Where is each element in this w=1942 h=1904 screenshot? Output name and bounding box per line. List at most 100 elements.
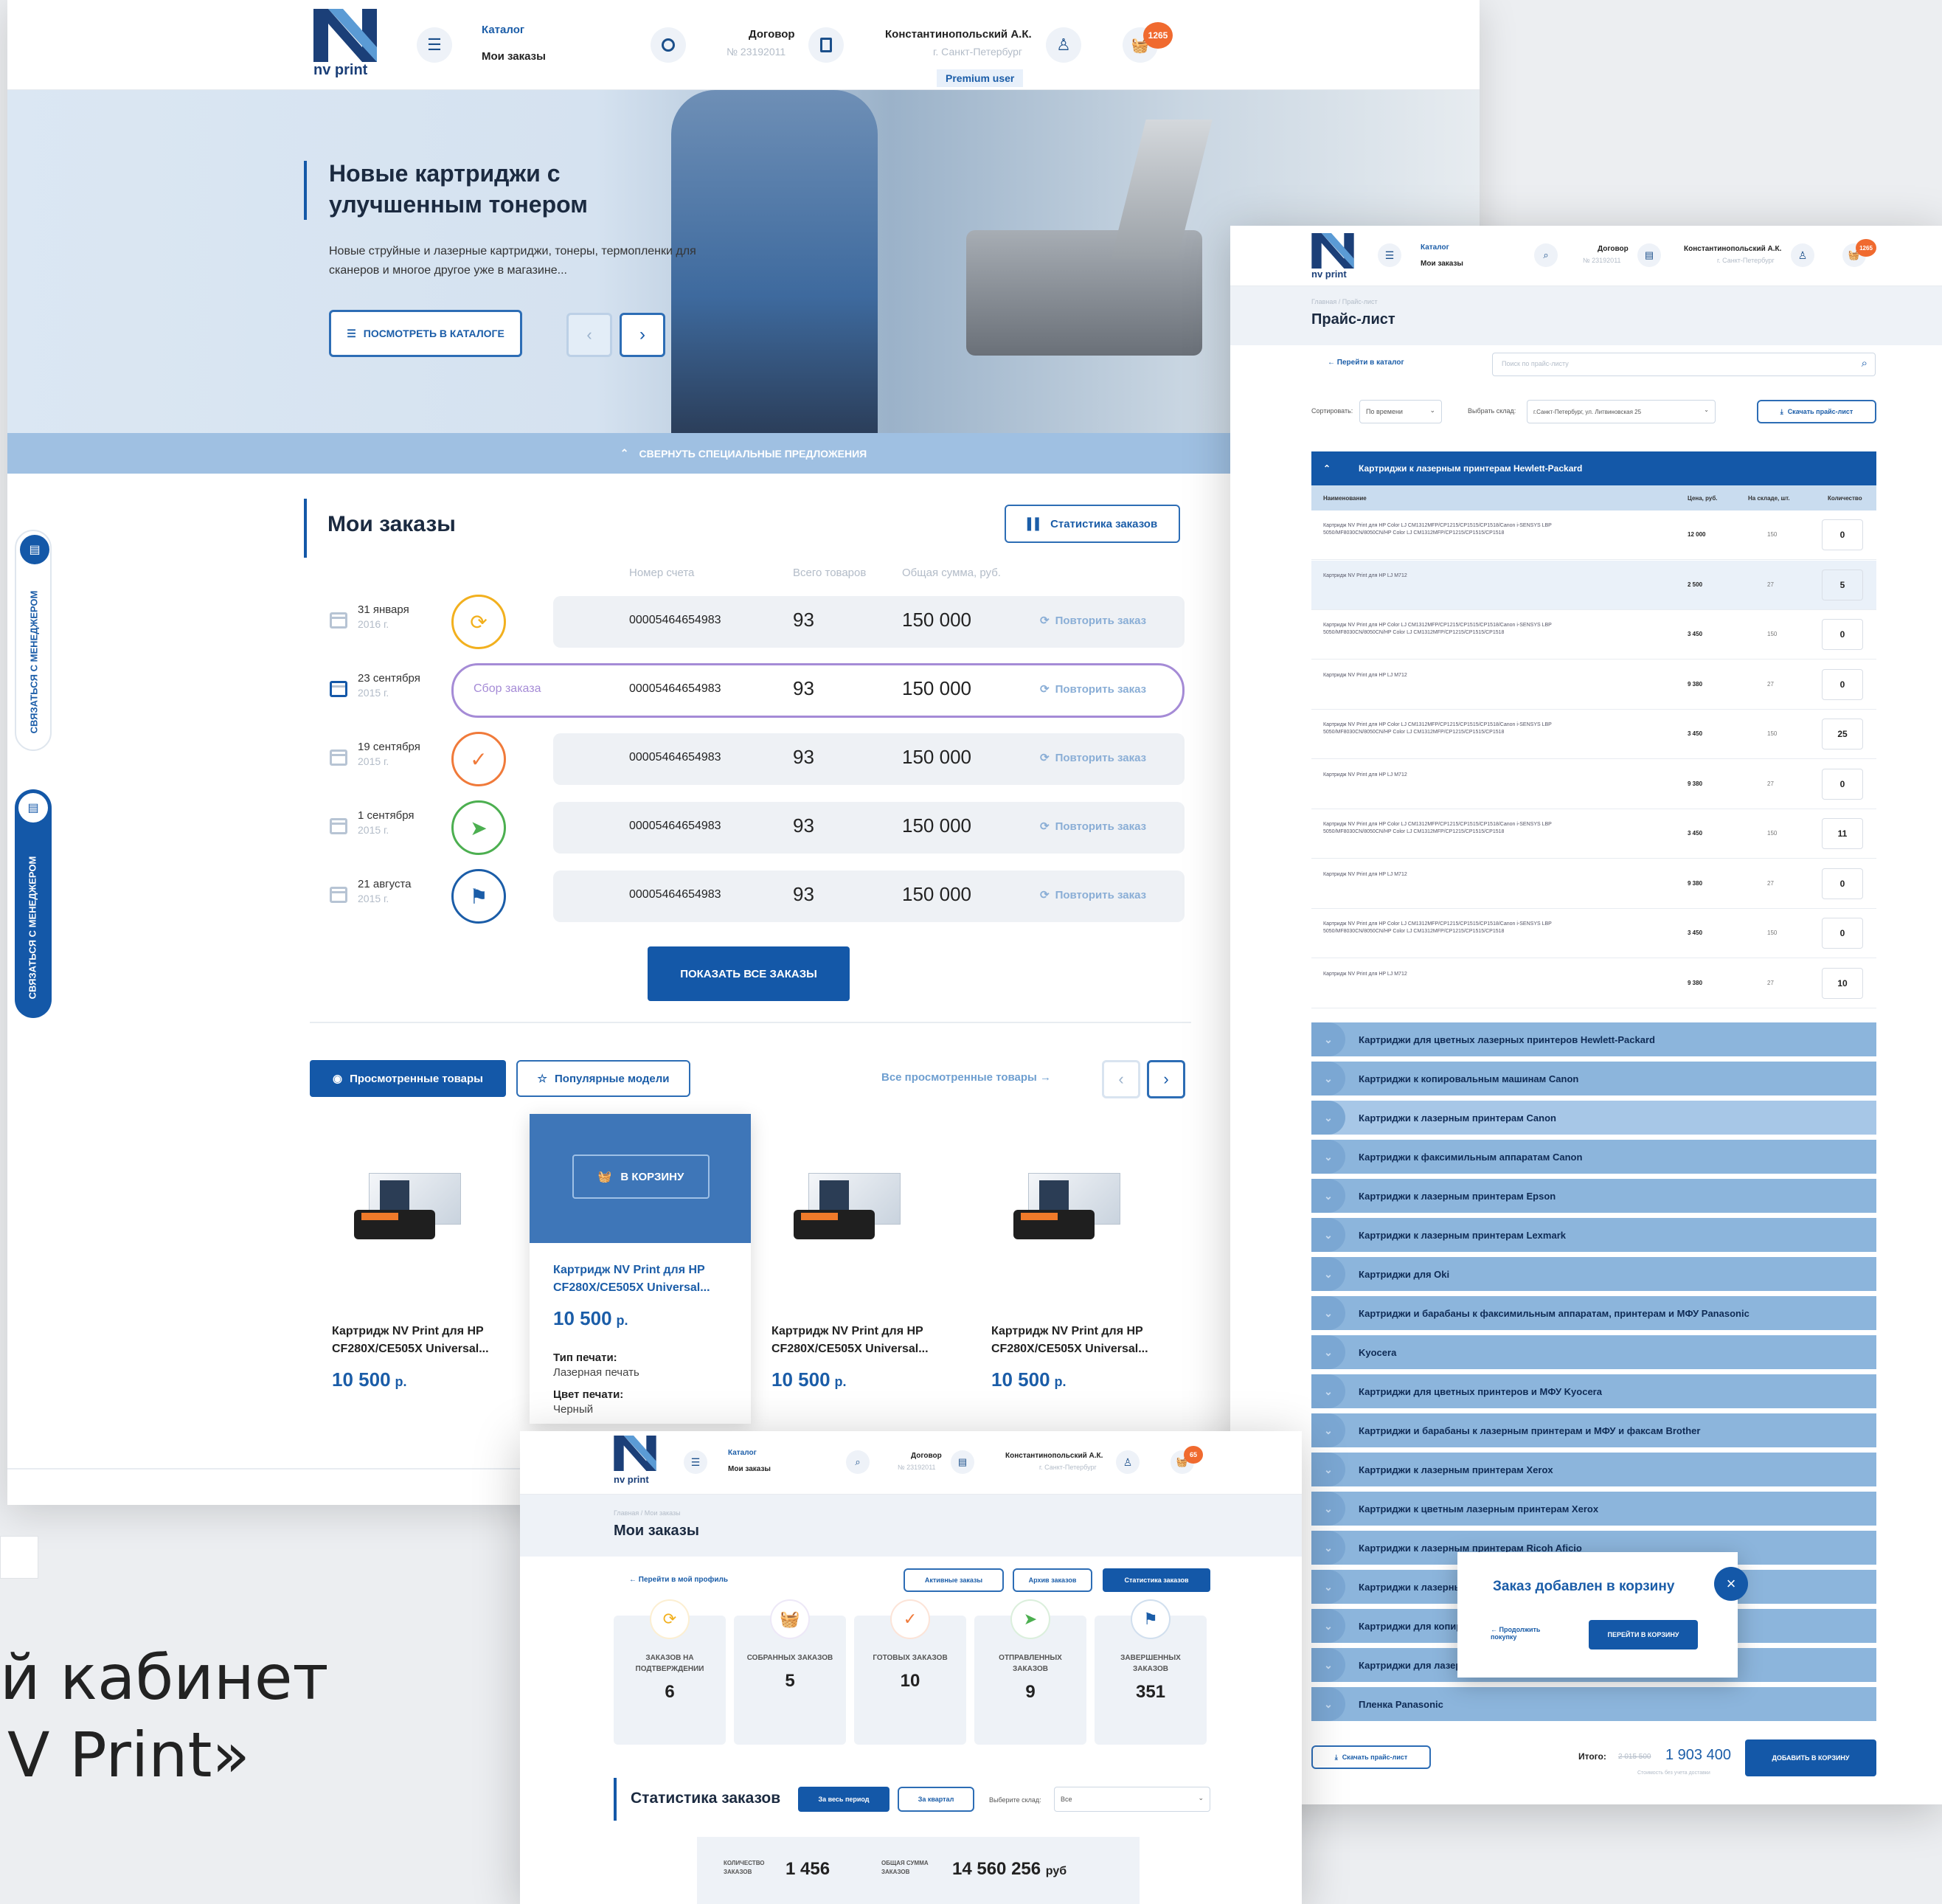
product-name[interactable]: Картридж NV Print для HP Color LJ CM1312… (1323, 622, 1603, 637)
table-row[interactable]: Картридж NV Print для HP Color LJ CM1312… (1311, 610, 1876, 660)
table-row[interactable]: Картридж NV Print для HP LJ M712 2 500 27 5 (1311, 560, 1876, 610)
search-button[interactable]: ⌕ (846, 1450, 870, 1474)
nvprint-logo[interactable]: nv print (313, 9, 387, 83)
contract-button[interactable]: ▤ (1637, 243, 1661, 267)
profile-button[interactable]: ♙ (1116, 1450, 1140, 1474)
contact-manager-tab[interactable]: ▤ СВЯЗАТЬСЯ С МЕНЕДЖЕРОМ (15, 530, 52, 751)
go-to-cart-button[interactable]: ПЕРЕЙТИ В КОРЗИНУ (1589, 1620, 1698, 1649)
viewed-prev-button[interactable]: ‹ (1102, 1060, 1140, 1098)
product-name[interactable]: Картридж NV Print для HP Color LJ CM1312… (1323, 921, 1603, 935)
product-name[interactable]: Картридж NV Print для HP LJ M712 (1323, 772, 1603, 779)
category-row[interactable]: ⌄ Kyocera (1311, 1335, 1876, 1369)
category-row[interactable]: ⌄ Картриджи к лазерным принтерам Xerox (1311, 1453, 1876, 1486)
quantity-stepper[interactable]: 0 (1822, 768, 1863, 800)
category-row[interactable]: ⌄ Картриджи к цветным лазерным принтерам … (1311, 1492, 1876, 1526)
quantity-stepper[interactable]: 0 (1822, 619, 1863, 650)
category-row[interactable]: ⌄ Картриджи к копировальным машинам Canon (1311, 1062, 1876, 1095)
profile-button[interactable]: ♙ (1046, 27, 1081, 63)
category-row[interactable]: ⌄ Картриджи к лазерным принтерам Epson (1311, 1179, 1876, 1213)
quantity-stepper[interactable]: 0 (1822, 519, 1863, 550)
tab-order-stats[interactable]: Статистика заказов (1103, 1568, 1210, 1592)
tab-active-orders[interactable]: Активные заказы (904, 1568, 1004, 1592)
table-row[interactable]: Картридж NV Print для HP LJ M712 9 380 27 0 (1311, 759, 1876, 809)
category-row[interactable]: ⌄ Картриджи для цветных лазерных принтеро… (1311, 1022, 1876, 1056)
category-row[interactable]: ⌄ Картриджи к лазерным принтерам Lexmark (1311, 1218, 1876, 1252)
product-card[interactable]: 🧺 В КОРЗИНУ Картридж NV Print для HP CF280… (530, 1114, 751, 1424)
product-name[interactable]: Картридж NV Print для HP LJ M712 (1323, 572, 1603, 580)
product-name[interactable]: Картридж NV Print для HP Color LJ CM1312… (1323, 821, 1603, 836)
table-row[interactable]: Картридж NV Print для HP Color LJ CM1312… (1311, 510, 1876, 560)
table-row[interactable]: Картридж NV Print для HP LJ M712 9 380 27 1… (1311, 958, 1876, 1008)
store-select[interactable]: г.Санкт-Петербург, ул. Литвиновская 25 ⌄ (1527, 400, 1716, 423)
repeat-order-button[interactable]: ⟳ Повторить заказ (1040, 820, 1146, 833)
product-name[interactable]: Картридж NV Print для HP CF280X/CE505X U… (991, 1323, 1172, 1358)
nav-my-orders[interactable]: Мои заказы (1421, 260, 1463, 268)
contact-manager-tab-active[interactable]: ▤ СВЯЗАТЬСЯ С МЕНЕДЖЕРОМ (15, 789, 52, 1018)
product-card[interactable]: Картридж NV Print для HP CF280X/CE505X U… (749, 1114, 971, 1424)
continue-shopping-link[interactable]: ← Продолжить покупку (1491, 1626, 1557, 1641)
hero-next-button[interactable]: › (620, 313, 665, 357)
product-card[interactable]: Картридж NV Print для HP CF280X/CE505X U… (310, 1114, 531, 1424)
tab-popular-models[interactable]: ☆ Популярные модели (516, 1060, 690, 1097)
footer-download-button[interactable]: ⤓ Скачать прайс-лист (1311, 1745, 1431, 1769)
table-row[interactable]: Картридж NV Print для HP Color LJ CM1312… (1311, 909, 1876, 958)
nvprint-logo[interactable]: nv print (1311, 233, 1363, 285)
period-all-button[interactable]: За весь период (798, 1787, 889, 1812)
open-category-header[interactable]: ⌃ Картриджи к лазерным принтерам Hewlett-… (1311, 451, 1876, 485)
nav-catalog[interactable]: Каталог (728, 1449, 757, 1457)
contract-button[interactable]: ▤ (951, 1450, 974, 1474)
period-quarter-button[interactable]: За квартал (898, 1787, 974, 1812)
quantity-stepper[interactable]: 0 (1822, 668, 1863, 700)
view-catalog-button[interactable]: ☰ ПОСМОТРЕТЬ В КАТАЛОГЕ (329, 310, 522, 357)
hero-prev-button[interactable]: ‹ (566, 313, 612, 357)
product-name[interactable]: Картридж NV Print для HP LJ M712 (1323, 971, 1603, 978)
menu-button[interactable]: ☰ (1378, 243, 1401, 267)
repeat-order-button[interactable]: ⟳ Повторить заказ (1040, 614, 1146, 627)
table-row[interactable]: Картридж NV Print для HP Color LJ CM1312… (1311, 809, 1876, 859)
nvprint-logo[interactable]: nv print (614, 1436, 665, 1490)
add-to-cart-button[interactable]: 🧺 В КОРЗИНУ (572, 1154, 710, 1199)
stats-store-select[interactable]: Все ⌄ (1054, 1787, 1210, 1812)
tab-archive-orders[interactable]: Архив заказов (1013, 1568, 1092, 1592)
product-name[interactable]: Картридж NV Print для HP LJ M712 (1323, 672, 1603, 679)
quantity-stepper[interactable]: 11 (1822, 818, 1863, 849)
tab-viewed-products[interactable]: ◉ Просмотренные товары (310, 1060, 506, 1097)
category-row[interactable]: ⌄ Пленка Panasonic (1311, 1687, 1876, 1721)
nav-my-orders[interactable]: Мои заказы (728, 1465, 771, 1473)
product-name[interactable]: Картридж NV Print для HP LJ M712 (1323, 871, 1603, 879)
contract-button[interactable] (808, 27, 844, 63)
quantity-stepper[interactable]: 0 (1822, 918, 1863, 949)
category-row[interactable]: ⌄ Картриджи к лазерным принтерам Canon (1311, 1101, 1876, 1135)
table-row[interactable]: Картридж NV Print для HP LJ M712 9 380 27 0 (1311, 859, 1876, 909)
quantity-stepper[interactable]: 0 (1822, 868, 1863, 899)
modal-close-button[interactable]: × (1714, 1567, 1748, 1601)
breadcrumb[interactable]: Главная / Прайс-лист (1311, 298, 1378, 305)
back-to-profile-link[interactable]: ← Перейти в мой профиль (629, 1576, 728, 1584)
viewed-next-button[interactable]: › (1147, 1060, 1185, 1098)
nav-catalog[interactable]: Каталог (482, 24, 524, 36)
back-to-catalog-link[interactable]: ← Перейти в каталог (1328, 359, 1404, 367)
category-row[interactable]: ⌄ Картриджи к факсимильным аппаратам Cano… (1311, 1140, 1876, 1174)
repeat-order-button[interactable]: ⟳ Повторить заказ (1040, 751, 1146, 764)
category-row[interactable]: ⌄ Картриджи и барабаны к факсимильным апп… (1311, 1296, 1876, 1330)
product-name[interactable]: Картридж NV Print для HP Color LJ CM1312… (1323, 721, 1603, 736)
add-to-cart-button[interactable]: ДОБАВИТЬ В КОРЗИНУ (1745, 1739, 1876, 1776)
search-button[interactable] (651, 27, 686, 63)
order-stats-button[interactable]: ▌▌ Статистика заказов (1005, 505, 1180, 543)
product-name[interactable]: Картридж NV Print для HP CF280X/CE505X U… (332, 1323, 513, 1358)
category-row[interactable]: ⌄ Картриджи и барабаны к лазерным принтер… (1311, 1413, 1876, 1447)
quantity-stepper[interactable]: 10 (1822, 967, 1863, 999)
download-pricelist-button[interactable]: ⤓ Скачать прайс-лист (1757, 400, 1876, 423)
search-button[interactable]: ⌕ (1534, 243, 1558, 267)
category-row[interactable]: ⌄ Картриджи для цветных принтеров и МФУ K… (1311, 1374, 1876, 1408)
repeat-order-button[interactable]: ⟳ Повторить заказ (1040, 888, 1146, 901)
product-name[interactable]: Картридж NV Print для HP CF280X/CE505X U… (771, 1323, 952, 1358)
table-row[interactable]: Картридж NV Print для HP Color LJ CM1312… (1311, 710, 1876, 759)
table-row[interactable]: Картридж NV Print для HP LJ M712 9 380 27 0 (1311, 660, 1876, 710)
product-card[interactable]: Картридж NV Print для HP CF280X/CE505X U… (969, 1114, 1190, 1424)
product-name[interactable]: Картридж NV Print для HP Color LJ CM1312… (1323, 522, 1603, 537)
menu-button[interactable]: ☰ (684, 1450, 707, 1474)
quantity-stepper[interactable]: 5 (1822, 569, 1863, 600)
nav-catalog[interactable]: Каталог (1421, 243, 1449, 252)
sort-select[interactable]: По времени ⌄ (1359, 400, 1442, 423)
